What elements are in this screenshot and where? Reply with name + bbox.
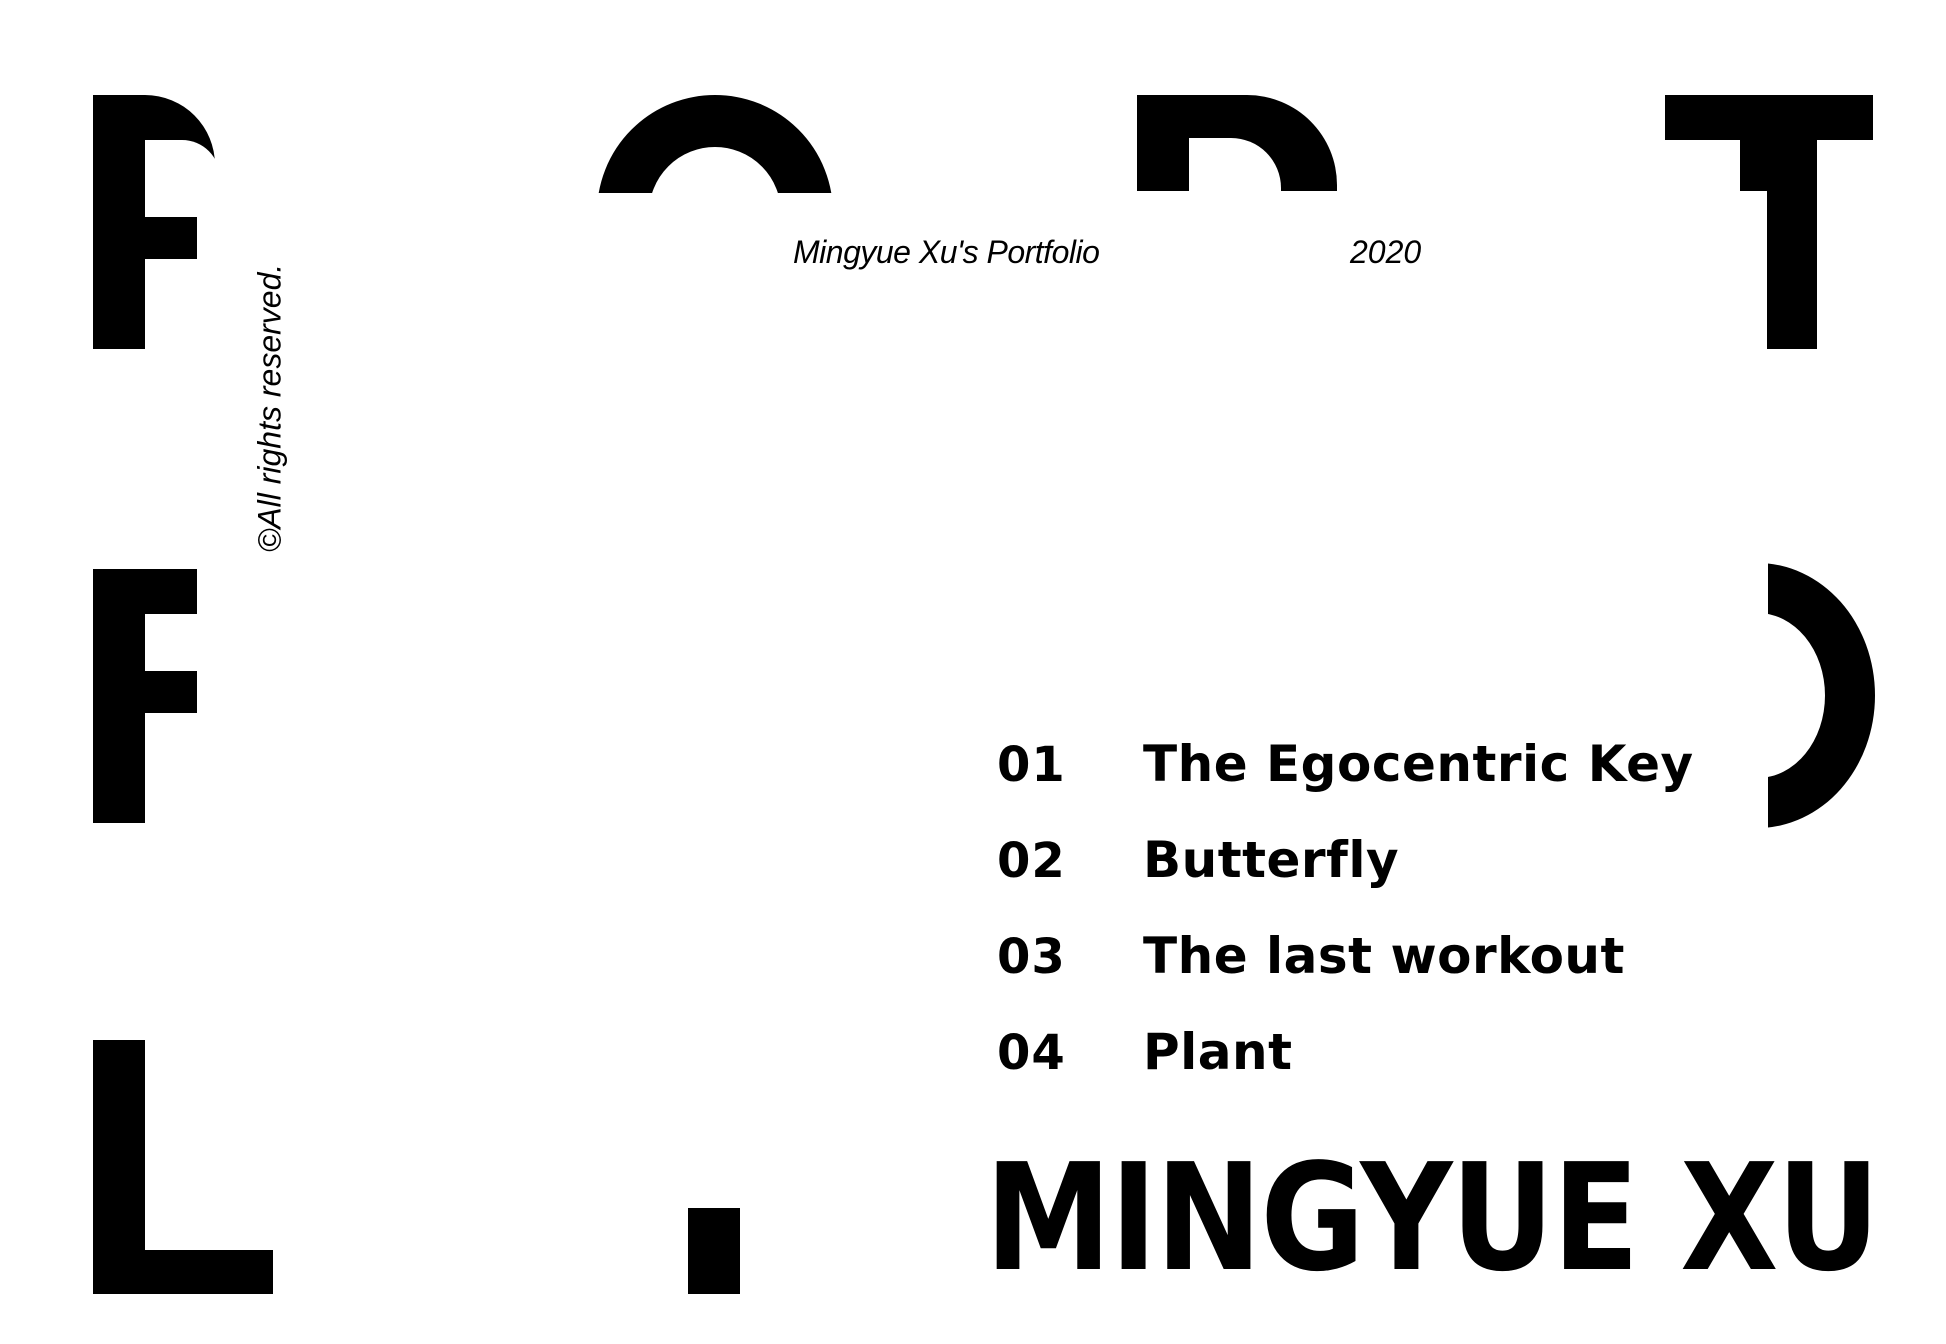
toc-item[interactable]: 01 The Egocentric Key [997,735,1694,831]
decor-letter-o [597,95,833,193]
toc-title: The last workout [1143,927,1625,985]
decor-period [688,1208,740,1294]
decor-f-stem [93,569,145,823]
decor-t-stem [1767,95,1817,349]
decor-l-foot [93,1250,273,1294]
portfolio-year: 2020 [1350,234,1422,270]
toc-title: Plant [1143,1023,1293,1081]
copyright-notice: ©All rights reserved. [251,263,288,553]
toc-item[interactable]: 04 Plant [997,1023,1694,1119]
decor-p-arm [145,217,197,259]
decor-f-mid [145,671,197,713]
decor-f-top [145,569,197,614]
toc-title: The Egocentric Key [1143,735,1694,793]
toc-item[interactable]: 03 The last workout [997,927,1694,1023]
toc-item[interactable]: 02 Butterfly [997,831,1694,927]
decor-p-stem [93,95,145,349]
toc-number: 04 [997,1025,1066,1081]
author-name: MINGYUE XU [985,1132,1880,1304]
portfolio-title: Mingyue Xu's Portfolio [793,234,1100,270]
toc-number: 02 [997,833,1066,889]
toc-number: 03 [997,929,1066,985]
table-of-contents: 01 The Egocentric Key 02 Butterfly 03 Th… [997,735,1694,1119]
toc-title: Butterfly [1143,831,1400,889]
toc-number: 01 [997,737,1066,793]
decor-t-notch [1740,140,1767,191]
